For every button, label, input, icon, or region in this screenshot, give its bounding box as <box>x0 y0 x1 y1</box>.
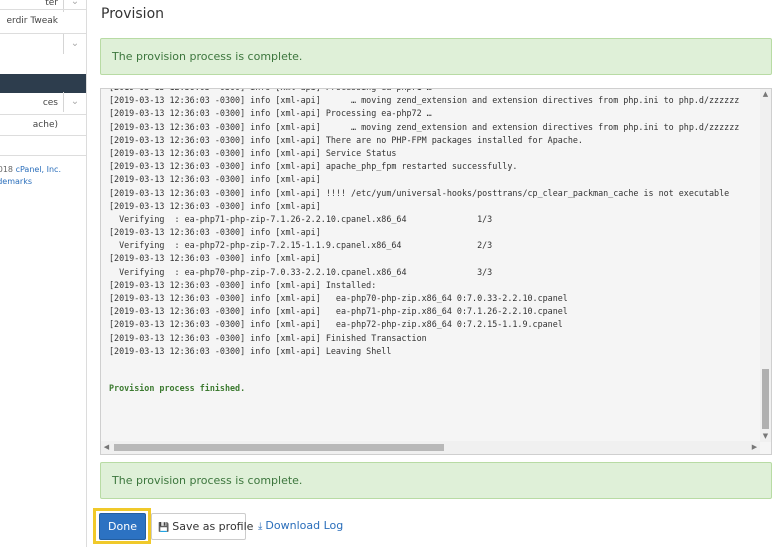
chevron-down-icon[interactable]: ⌄ <box>63 34 86 54</box>
divider <box>0 135 86 136</box>
log-content: [2019-03-13 12:36:03 -0300] info [xml-ap… <box>109 89 759 358</box>
save-as-profile-label: Save as profile <box>172 520 254 533</box>
sidebar-item-label: ache) <box>32 120 58 130</box>
log-line: [2019-03-13 12:36:03 -0300] info [xml-ap… <box>109 200 321 211</box>
log-output[interactable]: [2019-03-13 12:36:03 -0300] info [xml-ap… <box>100 88 772 455</box>
page-title: Provision <box>101 6 165 22</box>
vertical-scroll-thumb[interactable] <box>762 369 769 429</box>
scroll-left-icon[interactable]: ◀ <box>101 441 112 454</box>
log-line: [2019-03-13 12:36:03 -0300] info [xml-ap… <box>109 187 730 198</box>
log-line: [2019-03-13 12:36:03 -0300] info [xml-ap… <box>109 121 740 132</box>
horizontal-scrollbar[interactable]: ◀ ▶ <box>101 441 760 454</box>
download-log-label: Download Log <box>265 519 344 532</box>
scroll-up-icon[interactable]: ▲ <box>760 89 771 100</box>
log-line: [2019-03-13 12:36:03 -0300] info [xml-ap… <box>109 293 568 303</box>
log-line: [2019-03-13 12:36:03 -0300] info [xml-ap… <box>109 108 432 119</box>
sidebar-item-label: ter <box>45 0 58 8</box>
download-icon: ⤓ <box>258 521 263 532</box>
log-line: [2019-03-13 12:36:03 -0300] info [xml-ap… <box>109 345 392 356</box>
log-finished-message: Provision process finished. <box>109 383 246 393</box>
copyright-year: 2018 <box>0 165 14 174</box>
sidebar: ter ⌄ erdir Tweak ⌄ ces ⌄ ache) 2018 cPa… <box>0 0 87 547</box>
log-line: Verifying : ea-php70-php-zip-7.0.33-2.2.… <box>109 266 493 277</box>
sidebar-item-label: ces <box>42 98 58 108</box>
log-line: [2019-03-13 12:36:03 -0300] info [xml-ap… <box>109 332 427 343</box>
sidebar-active-bar <box>0 74 86 93</box>
success-alert-top: The provision process is complete. <box>100 38 772 75</box>
divider <box>0 114 86 115</box>
done-button[interactable]: Done <box>99 513 146 540</box>
log-line: [2019-03-13 12:36:03 -0300] info [xml-ap… <box>109 279 377 290</box>
log-line: [2019-03-13 12:36:03 -0300] info [xml-ap… <box>109 253 321 264</box>
log-line: [2019-03-13 12:36:03 -0300] info [xml-ap… <box>109 147 397 158</box>
log-line: [2019-03-13 12:36:03 -0300] info [xml-ap… <box>109 306 568 317</box>
log-line: [2019-03-13 12:36:03 -0300] info [xml-ap… <box>109 227 321 238</box>
sidebar-item-label: erdir Tweak <box>6 16 59 26</box>
log-line: [2019-03-13 12:36:03 -0300] info [xml-ap… <box>109 174 321 185</box>
trademarks-link[interactable]: rademarks <box>0 176 32 188</box>
log-line: [2019-03-13 12:36:03 -0300] info [xml-ap… <box>109 134 583 145</box>
horizontal-scroll-thumb[interactable] <box>114 444 444 451</box>
divider <box>0 9 86 10</box>
download-log-link[interactable]: ⤓ Download Log <box>258 519 343 532</box>
cpanel-link[interactable]: cPanel, Inc. <box>16 165 61 174</box>
log-line: [2019-03-13 12:36:03 -0300] info [xml-ap… <box>109 319 563 330</box>
save-as-profile-button[interactable]: 💾 Save as profile <box>151 513 253 540</box>
vertical-scrollbar[interactable]: ▲ ▼ <box>760 89 771 442</box>
chevron-down-icon[interactable]: ⌄ <box>63 0 86 12</box>
log-line: Verifying : ea-php72-php-zip-7.2.15-1.1.… <box>109 240 493 251</box>
success-alert-bottom: The provision process is complete. <box>100 462 772 499</box>
divider <box>0 155 86 156</box>
scroll-down-icon[interactable]: ▼ <box>760 431 771 442</box>
log-line: [2019-03-13 12:36:03 -0300] info [xml-ap… <box>109 161 518 172</box>
log-line: [2019-03-13 12:36:03 -0300] info [xml-ap… <box>109 95 740 106</box>
floppy-disk-icon: 💾 <box>158 523 170 533</box>
scroll-right-icon[interactable]: ▶ <box>749 441 760 454</box>
copyright-text: 2018 cPanel, Inc. <box>0 164 61 176</box>
chevron-down-icon[interactable]: ⌄ <box>63 92 86 112</box>
log-line: Verifying : ea-php71-php-zip-7.1.26-2.2.… <box>109 213 493 224</box>
